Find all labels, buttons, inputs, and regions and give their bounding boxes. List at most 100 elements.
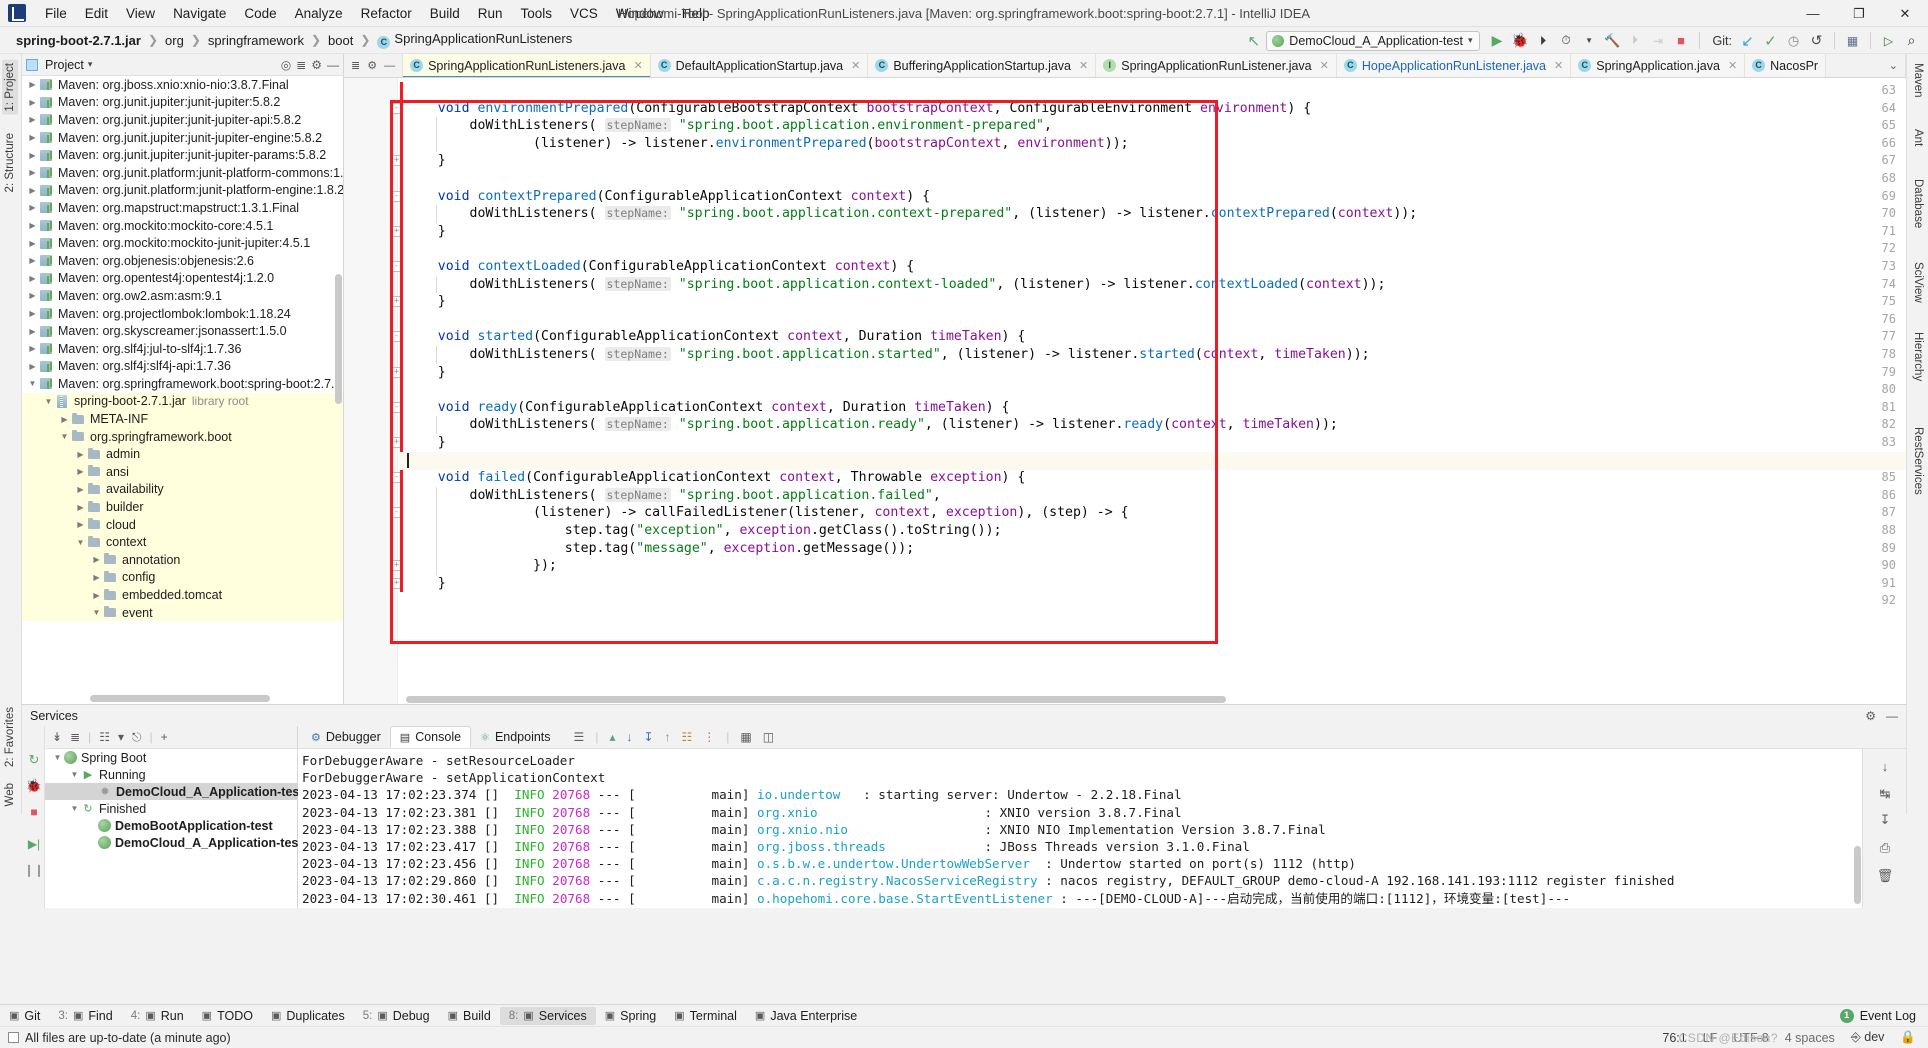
stop-icon[interactable]: ■ [26, 804, 42, 820]
sidebar-item-hierarchy[interactable]: Hierarchy [1910, 329, 1926, 384]
tool-window-button-find[interactable]: 3: ▣ Find [49, 1007, 121, 1025]
chevron-down-icon[interactable]: ▼ [74, 538, 87, 547]
tool-window-button-todo[interactable]: ▣ TODO [193, 1007, 262, 1025]
chevron-right-icon[interactable]: ▶ [26, 80, 39, 89]
chevron-right-icon[interactable]: ▶ [74, 485, 87, 494]
code-line[interactable]: (listener) -> callFailedListener(listene… [406, 504, 1129, 522]
project-tree-row[interactable]: ▶ availability [22, 480, 343, 499]
run-configuration-selector[interactable]: DemoCloud_A_Application-test ▾ [1266, 30, 1480, 51]
code-line[interactable]: } [406, 293, 446, 311]
sidebar-item-favorites[interactable]: 2: Favorites [2, 704, 18, 770]
chevron-right-icon[interactable]: ▶ [90, 591, 103, 600]
code-line[interactable]: void environmentPrepared(ConfigurableBoo… [406, 100, 1311, 118]
tool-window-button-terminal[interactable]: ▣ Terminal [665, 1007, 746, 1025]
chevron-right-icon[interactable]: ▶ [74, 503, 87, 512]
menu-navigate[interactable]: Navigate [164, 3, 235, 24]
chevron-right-icon[interactable]: ▶ [90, 573, 103, 582]
editor-horizontal-scrollbar[interactable] [406, 696, 1226, 703]
layout-icon[interactable]: ▦ [1842, 30, 1863, 51]
chevron-down-icon[interactable]: ▼ [68, 804, 81, 813]
chevron-right-icon[interactable]: ▶ [58, 415, 71, 424]
back-arrow-icon[interactable]: ↖ [1243, 30, 1264, 51]
tool-window-button-build[interactable]: ▣ Build [439, 1007, 500, 1025]
editor-tab[interactable]: C DefaultApplicationStartup.java ✕ [650, 54, 869, 77]
code-line[interactable]: doWithListeners( stepName: "spring.boot.… [406, 416, 1338, 434]
trash-icon[interactable]: 🗑 [1876, 867, 1894, 885]
close-icon[interactable]: ✕ [1554, 59, 1563, 72]
chevron-right-icon[interactable]: ▶ [26, 327, 39, 336]
debug-icon[interactable]: 🐞 [26, 778, 42, 794]
menu-refactor[interactable]: Refactor [352, 3, 421, 24]
group-icon[interactable]: ☷ [99, 730, 110, 744]
main-toolbar[interactable]: ↖ DemoCloud_A_Application-test ▾ ▶ 🐞 ⏵ ⏱… [1243, 27, 1922, 54]
git-branch[interactable]: ⎆ dev [1851, 1030, 1885, 1045]
project-tree-row[interactable]: ▶ annotation [22, 551, 343, 569]
build-icon[interactable]: 🔨 [1602, 30, 1623, 51]
chevron-down-icon[interactable]: ▾ [88, 59, 93, 70]
chevron-down-icon[interactable]: ⌄ [1889, 59, 1898, 72]
editor-tab[interactable]: I SpringApplicationRunListener.java ✕ [1096, 54, 1337, 77]
window-controls[interactable]: — ❐ ✕ [1790, 0, 1928, 27]
chevron-right-icon[interactable]: ▶ [26, 115, 39, 124]
editor-tab-overflow[interactable]: ⌄ [1882, 54, 1906, 77]
git-history-icon[interactable]: ◷ [1783, 30, 1804, 51]
project-tree-row[interactable]: ▼ event [22, 603, 343, 622]
sidebar-item-restservices[interactable]: RestServices [1910, 424, 1926, 498]
stop-icon[interactable]: ■ [1671, 30, 1692, 51]
chevron-right-icon[interactable]: ▶ [26, 309, 39, 318]
hide-icon[interactable]: — [327, 58, 339, 72]
close-icon[interactable]: ✕ [1320, 59, 1329, 72]
project-tree[interactable]: ▶ Maven: org.jboss.xnio:xnio-nio:3.8.7.Fi… [22, 76, 343, 704]
services-tree-row[interactable]: ✹ DemoCloud_A_Application-test [45, 783, 304, 800]
chevron-right-icon[interactable]: ▶ [26, 133, 39, 142]
chevron-right-icon[interactable]: ▶ [74, 520, 87, 529]
right-tool-window-strip[interactable]: Maven Ant Database SciView Hierarchy Res… [1906, 54, 1928, 814]
sidebar-item-web[interactable]: Web [2, 780, 18, 809]
chevron-right-icon[interactable]: ▶ [26, 362, 39, 371]
run-with-coverage-icon[interactable]: ⏵ [1533, 30, 1554, 51]
chevron-down-icon[interactable]: ▼ [90, 608, 103, 617]
project-tree-row[interactable]: ▶ Maven: org.junit.jupiter:junit-jupiter:… [22, 94, 343, 112]
menu-file[interactable]: File [36, 3, 76, 24]
gear-icon[interactable]: ⚙ [367, 59, 377, 72]
code-line[interactable]: step.tag("exception", exception.getClass… [406, 522, 1002, 540]
console-log[interactable]: ForDebuggerAware - setResourceLoader ForD… [298, 749, 1862, 908]
services-tree-row[interactable]: ▼ ↻ Finished [45, 800, 297, 817]
editor-tab-tools[interactable]: ≣ ⚙ — [344, 54, 404, 77]
run-icon[interactable]: ▶ [1487, 30, 1508, 51]
menu-tools[interactable]: Tools [512, 3, 562, 24]
menu-edit[interactable]: Edit [76, 3, 117, 24]
project-horizontal-scrollbar[interactable] [90, 695, 270, 702]
chevron-down-icon[interactable]: ▼ [58, 432, 71, 441]
code-line[interactable]: } [406, 575, 446, 593]
project-tree-row[interactable]: ▶ builder [22, 498, 343, 516]
tool-window-button-debug[interactable]: 5: ▣ Debug [354, 1007, 439, 1025]
git-commit-icon[interactable]: ✓ [1760, 30, 1781, 51]
terminal-icon[interactable]: ▷ [1878, 30, 1899, 51]
project-tree-row[interactable]: ▶ Maven: org.mockito:mockito-core:4.5.1 [22, 217, 343, 235]
list-icon[interactable]: ☰ [574, 730, 585, 744]
vcs-change-marker[interactable] [400, 82, 403, 593]
menu-window[interactable]: Window [607, 3, 673, 24]
project-tree-row[interactable]: ▼ context [22, 533, 343, 552]
project-tree-row[interactable]: ▶ Maven: org.slf4j:slf4j-api:1.7.36 [22, 358, 343, 376]
code-line[interactable]: void contextLoaded(ConfigurableApplicati… [406, 258, 914, 276]
lock-icon[interactable]: 🔒 [1900, 1030, 1916, 1045]
project-tree-row[interactable]: ▶ META-INF [22, 410, 343, 428]
project-tree-row[interactable]: ▶ Maven: org.opentest4j:opentest4j:1.2.0 [22, 270, 343, 288]
columns-icon[interactable]: ◫ [763, 730, 774, 744]
thread-dump-icon[interactable]: ☷ [682, 730, 693, 744]
chevron-right-icon[interactable]: ▶ [26, 291, 39, 300]
scroll-to-end-icon[interactable]: ↓ [1876, 757, 1894, 775]
grid-icon[interactable]: ▦ [740, 730, 751, 744]
services-tree-toolbar[interactable]: ↡ ≣ | ☷ ▾ ⎋ | + [45, 726, 297, 749]
collapse-all-icon[interactable]: ≣ [296, 58, 306, 72]
project-tree-row[interactable]: ▶ Maven: org.junit.platform:junit-platfor… [22, 182, 343, 200]
editor-gutter[interactable] [344, 78, 398, 704]
tool-window-button-java-enterprise[interactable]: ▣ Java Enterprise [746, 1007, 866, 1025]
chevron-down-icon[interactable]: ▼ [26, 379, 39, 388]
tool-window-button-git[interactable]: ▣ Git [0, 1007, 49, 1025]
chevron-right-icon[interactable]: ▶ [26, 274, 39, 283]
project-tree-row[interactable]: ▶ Maven: org.projectlombok:lombok:1.18.24 [22, 305, 343, 323]
tab-debugger[interactable]: ⚙ Debugger [302, 727, 390, 747]
